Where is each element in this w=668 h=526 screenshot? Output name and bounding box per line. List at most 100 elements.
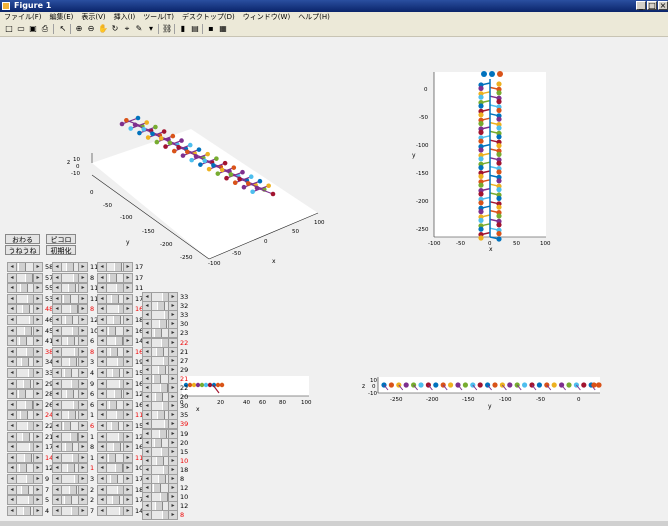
slider-right-arrow-icon[interactable]: ▸ xyxy=(168,511,177,520)
slider-thumb[interactable] xyxy=(115,337,123,346)
slider-thumb[interactable] xyxy=(65,443,73,452)
slider-left-arrow-icon[interactable]: ◂ xyxy=(143,493,152,502)
slider-right-arrow-icon[interactable]: ▸ xyxy=(78,485,87,494)
slider-left-arrow-icon[interactable]: ◂ xyxy=(53,326,62,335)
joint-slider[interactable]: ◂ ▸ xyxy=(97,484,133,495)
slider-right-arrow-icon[interactable]: ▸ xyxy=(168,320,177,329)
slider-left-arrow-icon[interactable]: ◂ xyxy=(98,443,107,452)
slider-right-arrow-icon[interactable]: ▸ xyxy=(168,329,177,338)
slider-right-arrow-icon[interactable]: ▸ xyxy=(168,465,177,474)
slider-right-arrow-icon[interactable]: ▸ xyxy=(78,273,87,282)
joint-slider[interactable]: ◂ ▸ xyxy=(52,283,88,294)
slider-right-arrow-icon[interactable]: ▸ xyxy=(168,475,177,483)
slider-thumb[interactable] xyxy=(115,464,123,473)
slider-right-arrow-icon[interactable]: ▸ xyxy=(168,411,177,420)
slider-left-arrow-icon[interactable]: ◂ xyxy=(98,496,107,505)
hide-tools-icon[interactable]: ▪ xyxy=(206,24,216,34)
slider-left-arrow-icon[interactable]: ◂ xyxy=(53,263,62,271)
slider-right-arrow-icon[interactable]: ▸ xyxy=(78,305,87,314)
slider-left-arrow-icon[interactable]: ◂ xyxy=(143,411,152,420)
joint-slider[interactable]: ◂ ▸ xyxy=(97,378,133,389)
joint-slider[interactable]: ◂ ▸ xyxy=(7,315,43,325)
slider-left-arrow-icon[interactable]: ◂ xyxy=(98,358,107,367)
slider-left-arrow-icon[interactable]: ◂ xyxy=(98,326,107,335)
pikoro-button[interactable]: ピコロ xyxy=(46,234,76,244)
joint-slider[interactable]: ◂ ▸ xyxy=(52,336,88,347)
slider-thumb[interactable] xyxy=(160,384,168,392)
slider-left-arrow-icon[interactable]: ◂ xyxy=(53,464,62,473)
zoom-in-icon[interactable]: ⊕ xyxy=(74,24,84,34)
joint-slider[interactable]: ◂ ▸ xyxy=(97,452,133,463)
slider-left-arrow-icon[interactable]: ◂ xyxy=(143,320,152,329)
joint-slider[interactable]: ◂ ▸ xyxy=(7,463,43,474)
menu-insert[interactable]: 挿入(I) xyxy=(110,12,140,22)
slider-left-arrow-icon[interactable]: ◂ xyxy=(53,485,62,494)
joint-slider[interactable]: ◂ ▸ xyxy=(52,378,88,389)
slider-right-arrow-icon[interactable]: ▸ xyxy=(78,284,87,293)
slider-right-arrow-icon[interactable]: ▸ xyxy=(123,347,132,356)
slider-left-arrow-icon[interactable]: ◂ xyxy=(98,379,107,388)
slider-right-arrow-icon[interactable]: ▸ xyxy=(33,358,42,367)
slider-right-arrow-icon[interactable]: ▸ xyxy=(33,294,42,303)
slider-right-arrow-icon[interactable]: ▸ xyxy=(168,365,177,374)
slider-thumb[interactable] xyxy=(19,337,27,346)
open-file-icon[interactable]: ▭ xyxy=(16,24,26,34)
slider-left-arrow-icon[interactable]: ◂ xyxy=(143,438,152,447)
joint-slider[interactable]: ◂ ▸ xyxy=(7,452,43,463)
joint-slider[interactable]: ◂ ▸ xyxy=(7,272,43,283)
joint-slider[interactable]: ◂ ▸ xyxy=(52,431,88,442)
slider-left-arrow-icon[interactable]: ◂ xyxy=(143,511,152,520)
slider-left-arrow-icon[interactable]: ◂ xyxy=(53,506,62,515)
slider-right-arrow-icon[interactable]: ▸ xyxy=(78,263,87,271)
slider-left-arrow-icon[interactable]: ◂ xyxy=(143,338,152,347)
slider-right-arrow-icon[interactable]: ▸ xyxy=(33,443,42,452)
slider-left-arrow-icon[interactable]: ◂ xyxy=(8,464,17,473)
joint-slider[interactable]: ◂ ▸ xyxy=(97,463,133,474)
joint-slider[interactable]: ◂ ▸ xyxy=(97,346,133,357)
joint-slider[interactable]: ◂ ▸ xyxy=(97,431,133,442)
joint-slider[interactable]: ◂ ▸ xyxy=(97,389,133,400)
slider-right-arrow-icon[interactable]: ▸ xyxy=(33,316,42,324)
slider-right-arrow-icon[interactable]: ▸ xyxy=(168,302,177,311)
slider-thumb[interactable] xyxy=(155,393,163,402)
slider-right-arrow-icon[interactable]: ▸ xyxy=(168,420,177,429)
slider-left-arrow-icon[interactable]: ◂ xyxy=(53,411,62,420)
slider-left-arrow-icon[interactable]: ◂ xyxy=(143,475,152,483)
slider-right-arrow-icon[interactable]: ▸ xyxy=(123,390,132,399)
print-icon[interactable]: ⎙ xyxy=(40,24,50,34)
slider-right-arrow-icon[interactable]: ▸ xyxy=(123,422,132,430)
slider-right-arrow-icon[interactable]: ▸ xyxy=(123,369,132,377)
slider-left-arrow-icon[interactable]: ◂ xyxy=(143,429,152,438)
slider-left-arrow-icon[interactable]: ◂ xyxy=(98,305,107,314)
slider-left-arrow-icon[interactable]: ◂ xyxy=(98,506,107,515)
slider-right-arrow-icon[interactable]: ▸ xyxy=(33,400,42,409)
slider-left-arrow-icon[interactable]: ◂ xyxy=(53,273,62,282)
slider-left-arrow-icon[interactable]: ◂ xyxy=(143,402,152,411)
axes-xz-view[interactable]: 0 20 40 60 80 100 x xyxy=(180,376,312,413)
slider-thumb[interactable] xyxy=(159,429,167,438)
slider-right-arrow-icon[interactable]: ▸ xyxy=(78,358,87,367)
slider-left-arrow-icon[interactable]: ◂ xyxy=(143,393,152,402)
slider-right-arrow-icon[interactable]: ▸ xyxy=(123,432,132,441)
slider-right-arrow-icon[interactable]: ▸ xyxy=(78,506,87,515)
menu-edit[interactable]: 編集(E) xyxy=(46,12,78,22)
joint-slider[interactable]: ◂ ▸ xyxy=(7,474,43,484)
slider-right-arrow-icon[interactable]: ▸ xyxy=(78,443,87,452)
joint-slider[interactable]: ◂ ▸ xyxy=(142,510,178,521)
slider-right-arrow-icon[interactable]: ▸ xyxy=(78,379,87,388)
slider-right-arrow-icon[interactable]: ▸ xyxy=(78,432,87,441)
slider-left-arrow-icon[interactable]: ◂ xyxy=(8,284,17,293)
show-tools-icon[interactable]: ▦ xyxy=(218,24,228,34)
slider-left-arrow-icon[interactable]: ◂ xyxy=(53,358,62,367)
slider-right-arrow-icon[interactable]: ▸ xyxy=(33,432,42,441)
joint-slider[interactable]: ◂ ▸ xyxy=(52,368,88,378)
slider-left-arrow-icon[interactable]: ◂ xyxy=(98,453,107,462)
slider-thumb[interactable] xyxy=(18,390,26,399)
slider-thumb[interactable] xyxy=(22,432,30,441)
pan-icon[interactable]: ✋ xyxy=(98,24,108,34)
slider-left-arrow-icon[interactable]: ◂ xyxy=(143,347,152,356)
slider-left-arrow-icon[interactable]: ◂ xyxy=(143,502,152,511)
slider-left-arrow-icon[interactable]: ◂ xyxy=(98,464,107,473)
slider-left-arrow-icon[interactable]: ◂ xyxy=(53,400,62,409)
slider-left-arrow-icon[interactable]: ◂ xyxy=(98,485,107,494)
